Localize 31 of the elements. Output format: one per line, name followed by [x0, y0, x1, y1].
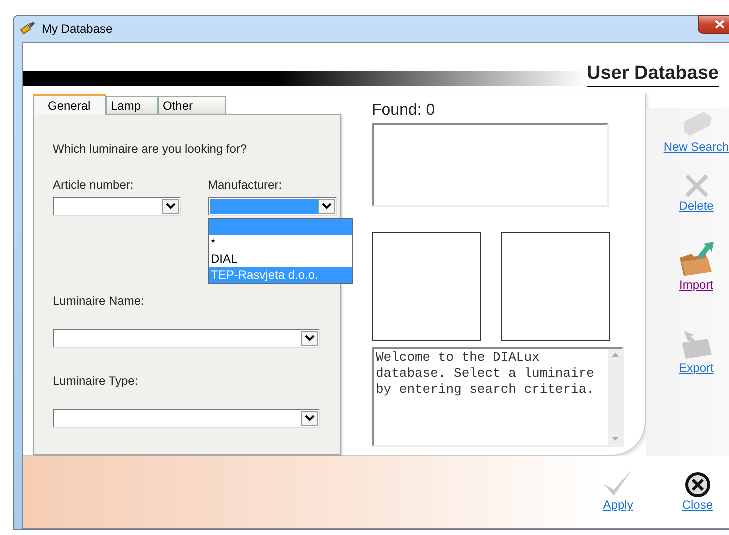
chevron-down-icon [322, 203, 332, 210]
dropdown-button[interactable] [162, 199, 179, 214]
chevron-down-icon [304, 335, 314, 342]
footer-link[interactable]: Close [682, 498, 713, 512]
found-count: Found: 0 [372, 102, 436, 120]
flashlight-icon [20, 22, 36, 36]
combo-box[interactable] [53, 409, 320, 428]
field-label: Luminaire Name: [53, 294, 146, 308]
chevron-down-icon [166, 203, 176, 210]
close-icon [715, 20, 725, 29]
dropdown-option[interactable] [209, 219, 352, 236]
window-title: My Database [42, 22, 113, 36]
question-text: Which luminaire are you looking for? [53, 142, 248, 156]
field-label: Article number: [53, 178, 135, 192]
page-title: User Database [586, 63, 719, 87]
field-label: Luminaire Type: [53, 374, 140, 388]
tab[interactable]: Other [158, 96, 226, 114]
field-label: Manufacturer: [208, 178, 284, 192]
tab[interactable]: General [33, 94, 106, 116]
results-list[interactable] [372, 123, 609, 208]
combo-box[interactable] [208, 197, 337, 216]
close-button[interactable] [698, 15, 729, 34]
combo-box[interactable] [53, 197, 181, 216]
dropdown-button[interactable] [301, 411, 318, 426]
message-text: Welcome to the DIALux database. Select a luminaire by entering search criteria. [375, 349, 596, 400]
chevron-down-icon [304, 415, 314, 422]
combo-box[interactable] [53, 329, 320, 348]
dropdown-button[interactable] [318, 199, 335, 214]
action-link[interactable]: Import [679, 278, 714, 292]
dropdown-button[interactable] [301, 331, 318, 346]
tab[interactable]: Lamp [106, 96, 158, 114]
